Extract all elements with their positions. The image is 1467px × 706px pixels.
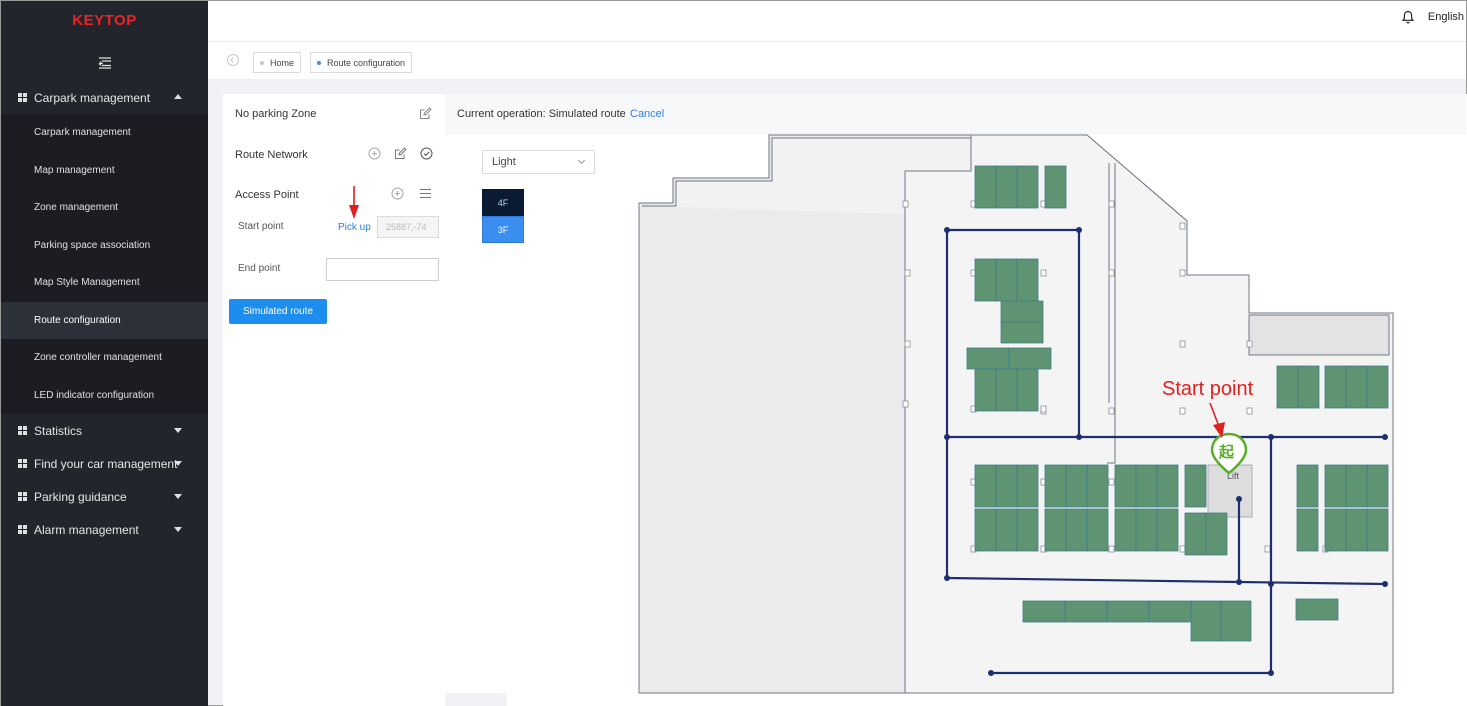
start-marker-glyph: 起: [1218, 443, 1235, 461]
chevron-down-icon: [577, 156, 586, 165]
simulated-route-button[interactable]: Simulated route: [229, 299, 327, 324]
sidebar-item-map-management[interactable]: Map management: [1, 152, 208, 190]
sidebar: KEYTOP Carpark management Carpark manage…: [1, 1, 208, 706]
cancel-link[interactable]: Cancel: [630, 108, 664, 120]
sidebar-group-find-your-car-management[interactable]: Find your car management: [1, 447, 208, 480]
sidebar-item-label: Carpark management: [34, 127, 131, 139]
top-bar: English: [208, 1, 1466, 42]
map-style-select[interactable]: Light: [482, 150, 595, 174]
grid-icon: [18, 426, 27, 435]
sidebar-group-label: Statistics: [34, 423, 83, 438]
sidebar-group-alarm-management[interactable]: Alarm management: [1, 513, 208, 546]
language-selector[interactable]: English: [1428, 11, 1464, 23]
tab-dot-icon: [317, 60, 321, 65]
grid-icon: [18, 93, 27, 102]
add-circle-icon[interactable]: [368, 147, 381, 160]
sidebar-item-label: LED indicator configuration: [34, 389, 155, 401]
sidebar-item-parking-space-association[interactable]: Parking space association: [1, 227, 208, 265]
sidebar-item-label: Route configuration: [34, 314, 121, 326]
caret-down-icon: [174, 494, 182, 499]
scroll-stub: [445, 693, 507, 706]
sidebar-item-label: Parking space association: [34, 239, 151, 251]
tabs-bar: Home Route configuration: [208, 42, 1466, 80]
sidebar-group-parking-guidance[interactable]: Parking guidance: [1, 480, 208, 513]
operation-bar: Current operation: Simulated route Cance…: [445, 94, 1466, 134]
edit-icon[interactable]: [419, 107, 432, 120]
submenu: Carpark management Map management Zone m…: [1, 114, 208, 414]
sidebar-item-zone-management[interactable]: Zone management: [1, 189, 208, 227]
start-point-input[interactable]: 25887,-74: [377, 216, 439, 238]
sidebar-item-led-indicator-configuration[interactable]: LED indicator configuration: [1, 377, 208, 415]
tab-label: Home: [270, 57, 295, 68]
floor-3f-button[interactable]: 3F: [482, 216, 524, 243]
start-point-annotation-label: Start point: [1162, 378, 1254, 400]
sidebar-item-label: Zone management: [34, 202, 118, 214]
logo: KEYTOP: [72, 11, 137, 29]
sidebar-group-label: Parking guidance: [34, 489, 127, 504]
route-config-panel: [223, 94, 445, 706]
caret-down-icon: [174, 527, 182, 532]
back-icon[interactable]: [227, 54, 239, 66]
end-point-input[interactable]: [326, 258, 439, 281]
sidebar-item-map-style-management[interactable]: Map Style Management: [1, 264, 208, 302]
tab-route-configuration[interactable]: Route configuration: [310, 52, 413, 73]
grid-icon: [18, 492, 27, 501]
sidebar-group-statistics[interactable]: Statistics: [1, 414, 208, 447]
sidebar-item-route-configuration[interactable]: Route configuration: [1, 301, 208, 339]
end-point-label: End point: [238, 263, 281, 274]
operation-text: Current operation: Simulated route: [457, 108, 626, 120]
sidebar-group-label: Carpark management: [34, 90, 151, 105]
arrow-annotation-icon: [349, 186, 359, 219]
caret-down-icon: [174, 461, 182, 466]
edit-icon[interactable]: [394, 147, 407, 160]
sidebar-group-label: Find your car management: [34, 456, 178, 471]
bell-icon[interactable]: [1401, 10, 1415, 29]
add-circle-icon[interactable]: [391, 187, 404, 200]
sidebar-item-carpark-management[interactable]: Carpark management: [1, 114, 208, 152]
sidebar-item-label: Map management: [34, 164, 115, 176]
floor-plan-map[interactable]: Lift 起 Start point: [637, 133, 1467, 694]
no-parking-zone-label: No parking Zone: [235, 108, 317, 120]
route-network-label: Route Network: [235, 149, 308, 161]
tab-home[interactable]: Home: [253, 52, 302, 73]
sidebar-group-label: Alarm management: [34, 522, 139, 537]
check-circle-icon[interactable]: [420, 147, 433, 160]
list-icon[interactable]: [419, 187, 432, 200]
tab-label: Route configuration: [327, 57, 406, 68]
sidebar-item-label: Zone controller management: [34, 352, 162, 364]
floor-4f-button[interactable]: 4F: [482, 189, 524, 216]
caret-down-icon: [174, 428, 182, 433]
menu-collapse-icon[interactable]: [1, 45, 208, 81]
sidebar-item-zone-controller-management[interactable]: Zone controller management: [1, 339, 208, 377]
building-outline: [638, 134, 1394, 694]
grid-icon: [18, 459, 27, 468]
sidebar-group-carpark-management[interactable]: Carpark management: [1, 81, 208, 114]
map-style-value: Light: [492, 156, 516, 168]
sidebar-item-label: Map Style Management: [34, 277, 140, 289]
tab-dot-icon: [260, 60, 264, 65]
grid-icon: [18, 525, 27, 534]
caret-up-icon: [174, 94, 182, 99]
start-point-label: Start point: [238, 221, 284, 232]
access-point-label: Access Point: [235, 189, 299, 201]
pick-up-link[interactable]: Pick up: [338, 222, 371, 233]
